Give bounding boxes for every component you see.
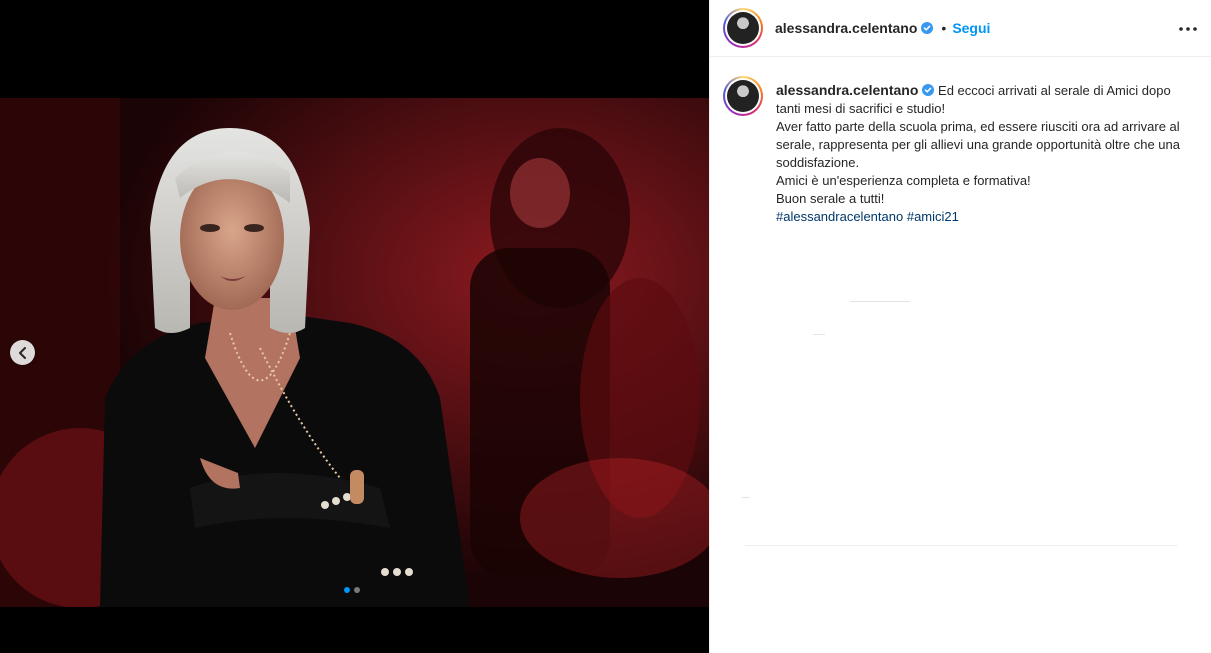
post-photo [0,98,709,607]
post-side-panel: alessandra.celentano • Segui alessandra.… [709,0,1211,653]
caption-avatar[interactable] [723,76,763,116]
loading-placeholder [742,497,750,498]
chevron-left-icon [18,346,26,359]
header-username[interactable]: alessandra.celentano [775,20,917,36]
follow-button[interactable]: Segui [952,20,990,36]
post-media-area [0,0,709,653]
carousel-dot [354,587,360,593]
avatar-image [727,12,759,44]
more-options-button[interactable] [1176,17,1200,41]
caption-line: Aver fatto parte della scuola prima, ed … [776,119,1180,170]
carousel-dot-active [344,587,350,593]
loading-placeholder [850,301,910,302]
photo-illustration [0,98,709,607]
more-options-icon [1179,27,1197,31]
hashtag-list: #alessandracelentano #amici21 [776,208,1196,226]
caption-comment: alessandra.celentano Ed eccoci arrivati … [723,76,1201,226]
hashtag-link[interactable]: #alessandracelentano [776,209,903,224]
header-separator: • [941,20,947,36]
loading-placeholder [813,334,825,335]
avatar-image [727,80,759,112]
panel-divider [745,545,1178,546]
carousel-prev-button[interactable] [10,340,35,365]
post-header: alessandra.celentano • Segui [710,0,1211,57]
caption-text: alessandra.celentano Ed eccoci arrivati … [776,76,1196,226]
verified-badge-icon [922,84,935,96]
carousel-indicator [344,587,360,593]
avatar[interactable] [723,8,763,48]
caption-line: Buon serale a tutti! [776,191,885,206]
verified-badge-icon [921,22,934,34]
hashtag-link[interactable]: #amici21 [907,209,959,224]
caption-username[interactable]: alessandra.celentano [776,82,918,98]
caption-line: Amici è un'esperienza completa e formati… [776,173,1031,188]
